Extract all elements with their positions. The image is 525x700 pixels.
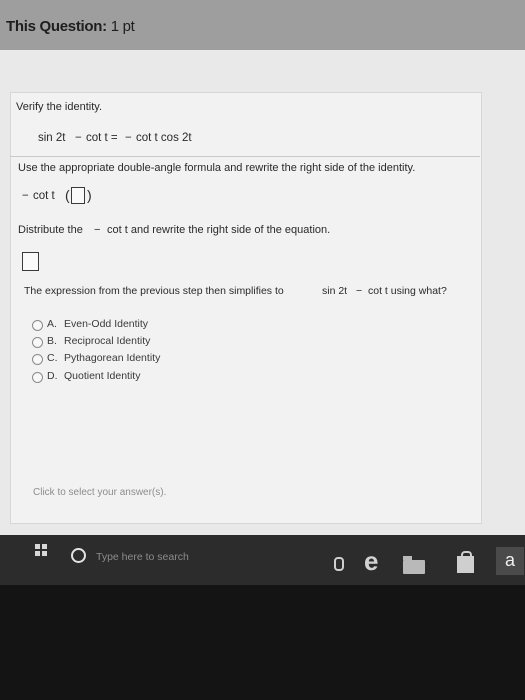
step1-text: Use the appropriate double-angle formula…: [18, 162, 416, 174]
step2-text-a: Distribute the: [18, 224, 83, 236]
search-icon[interactable]: [71, 548, 86, 563]
choice-b-radio[interactable]: [32, 337, 43, 348]
taskbar-search-input[interactable]: Type here to search: [96, 551, 189, 563]
choice-c-radio[interactable]: [32, 354, 43, 365]
choice-b-letter: B.: [47, 335, 57, 347]
file-explorer-icon[interactable]: [403, 560, 425, 574]
identity-minus-2: −: [125, 132, 132, 144]
answer-hint: Click to select your answer(s).: [33, 487, 167, 498]
step2-text-b: cot t and rewrite the right side of the …: [107, 224, 331, 236]
identity-lhs: sin 2t: [38, 132, 66, 144]
step1-minus: −: [22, 190, 29, 202]
windows-icon[interactable]: [35, 544, 47, 556]
step2-minus: −: [94, 224, 101, 236]
identity-minus-1: −: [75, 132, 82, 144]
step1-paren-close: ): [87, 187, 92, 203]
divider: [10, 156, 480, 157]
identity-rhs: cot t cos 2t: [136, 132, 192, 144]
step1-paren-open: (: [65, 187, 70, 203]
step1-answer-box[interactable]: [71, 187, 85, 204]
store-icon[interactable]: [457, 556, 474, 573]
step3-minus: −: [356, 285, 363, 297]
choice-a-radio[interactable]: [32, 320, 43, 331]
choice-c-label[interactable]: Pythagorean Identity: [64, 352, 160, 364]
step3-text-a: The expression from the previous step th…: [24, 285, 284, 297]
edge-icon[interactable]: e: [364, 548, 388, 574]
question-title: This Question: 1 pt: [6, 18, 135, 35]
choice-d-letter: D.: [47, 370, 58, 382]
question-title-label: This Question:: [6, 18, 107, 35]
step3-text-c: cot t using what?: [368, 285, 447, 297]
question-points: 1 pt: [110, 18, 135, 35]
choice-c-letter: C.: [47, 352, 58, 364]
choice-a-letter: A.: [47, 318, 57, 330]
choice-b-label[interactable]: Reciprocal Identity: [64, 335, 150, 347]
step2-answer-box[interactable]: [22, 252, 39, 271]
amazon-icon[interactable]: a: [496, 547, 524, 575]
browser-screen: This Question: 1 pt Verify the identity.…: [0, 0, 525, 585]
identity-mid: cot t =: [86, 132, 118, 144]
step1-expr: cot t: [33, 190, 55, 202]
choice-d-radio[interactable]: [32, 372, 43, 383]
mic-icon[interactable]: [334, 557, 344, 571]
choice-a-label[interactable]: Even-Odd Identity: [64, 318, 148, 330]
step3-text-b: sin 2t: [322, 285, 348, 297]
question-header: This Question: 1 pt: [0, 0, 525, 50]
instruction-text: Verify the identity.: [16, 101, 103, 113]
choice-d-label[interactable]: Quotient Identity: [64, 370, 140, 382]
